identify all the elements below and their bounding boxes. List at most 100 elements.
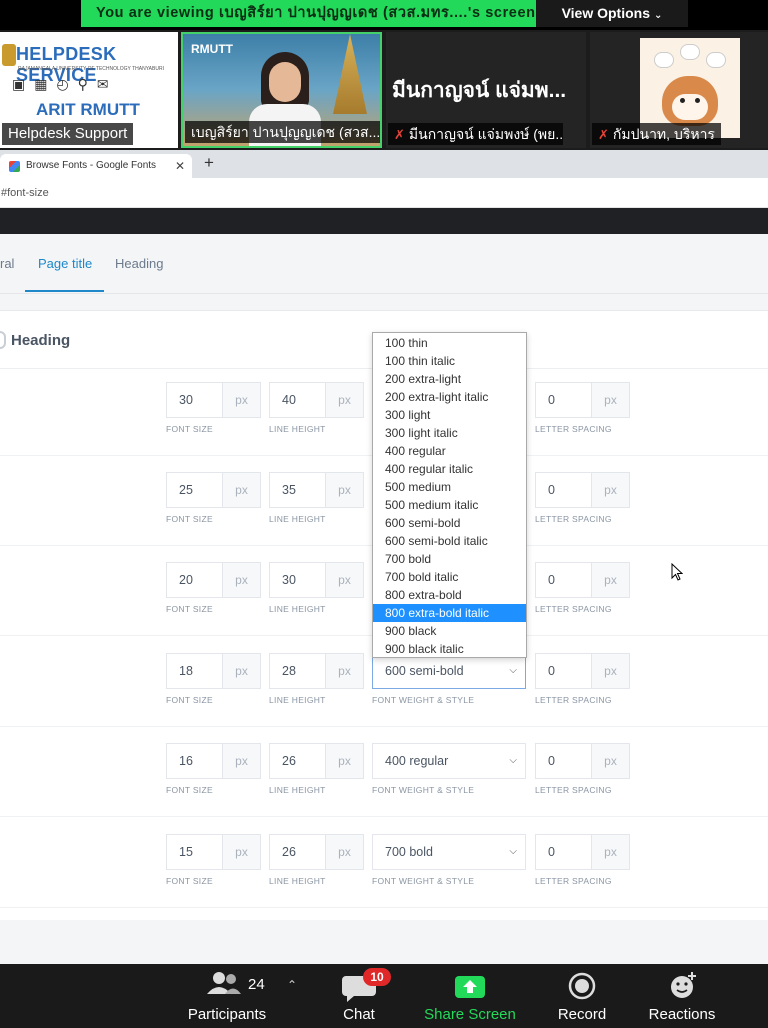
dropdown-option[interactable]: 100 thin italic (373, 352, 526, 370)
reactions-icon (644, 964, 720, 1004)
letter-spacing-input[interactable]: 0 px (535, 743, 630, 779)
font-weight-select[interactable]: 400 regular ⌵ (372, 743, 526, 779)
unit-label: px (325, 383, 363, 417)
rmutt-logo: RMUTT (191, 42, 233, 56)
participants-button[interactable]: Participants (182, 964, 272, 1028)
dropdown-option[interactable]: 700 bold italic (373, 568, 526, 586)
viewing-banner: You are viewing เบญสิร์ยา ปานปุญญเดช (สว… (81, 0, 536, 27)
participants-strip: HELPDESK SERVICE RAJAMANGALA UNIVERSITY … (0, 30, 768, 150)
dropdown-option[interactable]: 400 regular (373, 442, 526, 460)
font-weight-select[interactable]: 700 bold ⌵ (372, 834, 526, 870)
unit-label: px (591, 563, 629, 597)
mic-muted-icon: ✗ (598, 127, 609, 142)
line-height-value: 30 (282, 573, 296, 587)
font-size-input[interactable]: 25 px (166, 472, 261, 508)
unit-label: px (325, 654, 363, 688)
address-bar[interactable]: #font-size (0, 178, 768, 208)
dropdown-option[interactable]: 300 light italic (373, 424, 526, 442)
participant-tile-kampanat[interactable]: ✗ กัมปนาท, บริหาร (590, 32, 768, 148)
dropdown-option[interactable]: 800 extra-bold (373, 586, 526, 604)
dropdown-option[interactable]: 600 semi-bold italic (373, 532, 526, 550)
letter-spacing-value: 0 (548, 754, 555, 768)
close-icon[interactable]: ✕ (175, 154, 185, 178)
dropdown-option[interactable]: 900 black italic (373, 640, 526, 658)
new-tab-plus-icon[interactable]: + (204, 153, 214, 173)
chevron-down-icon: ⌵ (509, 665, 517, 676)
helpdesk-icons: ▣▦◴⚲✉ (12, 76, 118, 92)
participant-tile-meenkarn[interactable]: มีนกาญจน์ แจ่มพ... ✗ มีนกาญจน์ แจ่มพงษ์ (… (386, 32, 586, 148)
unit-label: px (325, 473, 363, 507)
line-height-input[interactable]: 28 px (269, 653, 364, 689)
participant-name: Helpdesk Support (2, 123, 134, 145)
line-height-input[interactable]: 35 px (269, 472, 364, 508)
font-size-label: FONT SIZE (166, 876, 213, 886)
dropdown-option[interactable]: 500 medium (373, 478, 526, 496)
tab-heading[interactable]: Heading (115, 256, 163, 271)
font-size-label: FONT SIZE (166, 424, 213, 434)
unit-label: px (222, 473, 260, 507)
font-size-input[interactable]: 20 px (166, 562, 261, 598)
share-screen-button[interactable]: Share Screen (420, 964, 520, 1028)
unit-label: px (325, 563, 363, 597)
participants-label: Participants (187, 1006, 267, 1023)
font-size-input[interactable]: 30 px (166, 382, 261, 418)
dropdown-option[interactable]: 900 black (373, 622, 526, 640)
dropdown-option[interactable]: 600 semi-bold (373, 514, 526, 532)
reactions-label: Reactions (648, 1006, 716, 1023)
line-height-input[interactable]: 26 px (269, 743, 364, 779)
letter-spacing-input[interactable]: 0 px (535, 382, 630, 418)
unit-label: px (222, 744, 260, 778)
font-weight-select[interactable]: 600 semi-bold ⌵ (372, 653, 526, 689)
letter-spacing-input[interactable]: 0 px (535, 472, 630, 508)
font-weight-label: FONT WEIGHT & STYLE (372, 695, 475, 705)
tab-page-title[interactable]: Page title (38, 256, 92, 271)
font-size-value: 18 (179, 664, 193, 678)
line-height-value: 26 (282, 754, 296, 768)
dropdown-option[interactable]: 700 bold (373, 550, 526, 568)
view-options-label: View Options (561, 5, 651, 21)
dropdown-option[interactable]: 200 extra-light italic (373, 388, 526, 406)
google-fonts-favicon-icon (9, 161, 20, 172)
unit-label: px (591, 383, 629, 417)
unit-label: px (222, 654, 260, 688)
view-options-button[interactable]: View Options ⌄ (536, 0, 688, 27)
letter-spacing-label: LETTER SPACING (535, 424, 612, 434)
presenter-face (269, 62, 301, 102)
line-height-value: 26 (282, 845, 296, 859)
dropdown-option[interactable]: 500 medium italic (373, 496, 526, 514)
heading-row: 15 px FONT SIZE 26 px LINE HEIGHT 700 bold ⌵ FON… (0, 818, 768, 908)
participant-tile-presenter[interactable]: RMUTT เบญสิร์ยา ปานปุญญเดช (สวส.... (181, 32, 382, 148)
dropdown-option[interactable]: 400 regular italic (373, 460, 526, 478)
dropdown-option[interactable]: 200 extra-light (373, 370, 526, 388)
letter-spacing-input[interactable]: 0 px (535, 653, 630, 689)
line-height-input[interactable]: 26 px (269, 834, 364, 870)
mouse-cursor-icon (671, 563, 683, 581)
participant-name: เบญสิร์ยา ปานปุญญเดช (สวส.... (185, 121, 380, 143)
letter-spacing-input[interactable]: 0 px (535, 834, 630, 870)
font-size-input[interactable]: 15 px (166, 834, 261, 870)
tab-general[interactable]: ral (0, 256, 14, 271)
line-height-value: 40 (282, 393, 296, 407)
dropdown-option[interactable]: 100 thin (373, 334, 526, 352)
letter-spacing-input[interactable]: 0 px (535, 562, 630, 598)
font-size-input[interactable]: 16 px (166, 743, 261, 779)
line-height-label: LINE HEIGHT (269, 785, 326, 795)
temple-image (333, 34, 367, 114)
letter-spacing-value: 0 (548, 664, 555, 678)
dropdown-option[interactable]: 300 light (373, 406, 526, 424)
reactions-button[interactable]: Reactions (644, 964, 720, 1028)
chevron-up-icon[interactable]: ⌃ (287, 978, 297, 992)
browser-tab[interactable]: Browse Fonts - Google Fonts ✕ (0, 154, 192, 178)
record-button[interactable]: Record (552, 964, 612, 1028)
font-size-input[interactable]: 18 px (166, 653, 261, 689)
helpdesk-subtitle: RAJAMANGALA UNIVERSITY OF TECHNOLOGY THA… (18, 66, 164, 72)
participant-tile-helpdesk[interactable]: HELPDESK SERVICE RAJAMANGALA UNIVERSITY … (0, 32, 178, 148)
line-height-input[interactable]: 30 px (269, 562, 364, 598)
active-tab-indicator (25, 290, 104, 292)
chevron-down-icon: ⌵ (509, 755, 517, 766)
participants-count: 24 (248, 976, 265, 993)
font-weight-dropdown-list[interactable]: 100 thin 100 thin italic 200 extra-light 20… (372, 332, 527, 658)
heading-row: 16 px FONT SIZE 26 px LINE HEIGHT 400 regular ⌵… (0, 727, 768, 817)
line-height-input[interactable]: 40 px (269, 382, 364, 418)
dropdown-option[interactable]: 800 extra-bold italic (373, 604, 526, 622)
